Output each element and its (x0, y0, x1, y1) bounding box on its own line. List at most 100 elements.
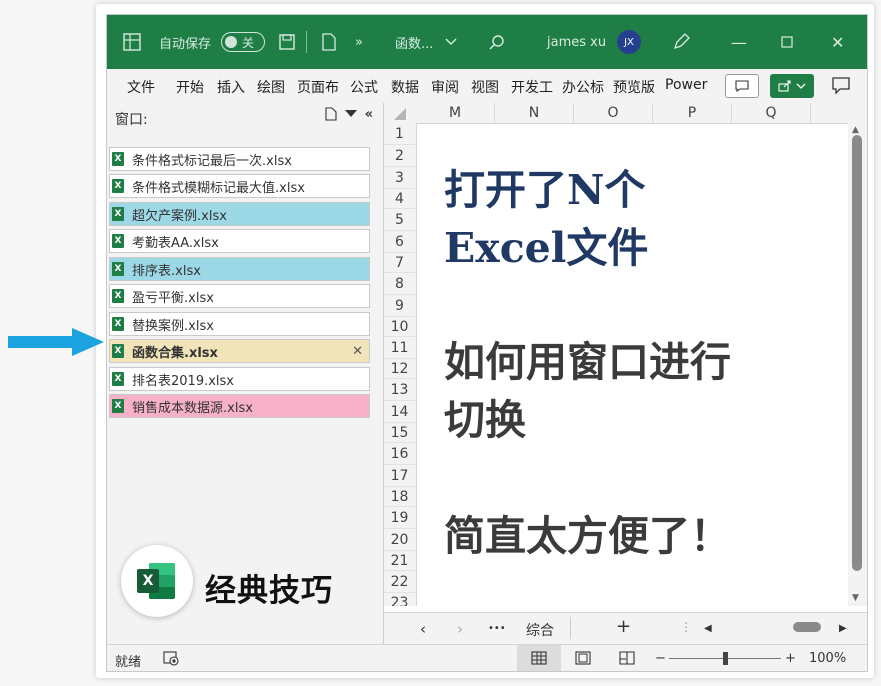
row-header[interactable]: 1 (384, 123, 415, 145)
headline-line-1: 打开了N个 (444, 166, 646, 214)
page-break-view-icon[interactable] (619, 651, 635, 669)
tab-formulas[interactable]: 公式 (350, 77, 378, 97)
hscroll-left-icon[interactable]: ◀ (704, 623, 712, 634)
feedback-icon[interactable] (831, 76, 851, 100)
tab-file[interactable]: 文件 (127, 77, 155, 97)
hscroll-thumb[interactable] (793, 622, 821, 632)
zoom-out-button[interactable]: − (655, 651, 666, 666)
more-commands-icon[interactable]: » (355, 15, 363, 69)
window-item-active[interactable]: X 函数合集.xlsx ✕ (109, 339, 370, 363)
window-item[interactable]: X 排序表.xlsx (109, 257, 370, 281)
column-header[interactable]: O (574, 103, 653, 123)
tab-developer[interactable]: 开发工 (511, 77, 553, 97)
zoom-level[interactable]: 100% (809, 651, 846, 666)
new-document-icon[interactable] (325, 107, 337, 125)
close-icon[interactable]: ✕ (352, 344, 363, 359)
scroll-up-icon[interactable]: ▲ (852, 125, 859, 135)
select-all-corner[interactable] (394, 108, 406, 120)
row-header[interactable]: 5 (384, 209, 415, 231)
window-item[interactable]: X 考勤表AA.xlsx (109, 229, 370, 253)
zoom-slider-thumb[interactable] (723, 652, 728, 665)
autosave-toggle[interactable]: 关 (221, 32, 265, 52)
file-name[interactable]: 函数... (395, 15, 433, 69)
window-item[interactable]: X 销售成本数据源.xlsx (109, 394, 370, 418)
tab-draw[interactable]: 绘图 (257, 77, 285, 97)
row-header[interactable]: 23 (384, 593, 415, 606)
window-item[interactable]: X 超欠产案例.xlsx (109, 202, 370, 226)
add-sheet-button[interactable]: + (616, 616, 631, 637)
sheet-tab-active[interactable]: 综合 (526, 620, 554, 640)
row-header[interactable]: 12 (384, 359, 415, 379)
close-icon[interactable]: ✕ (831, 15, 844, 69)
sheet-more-button[interactable]: ••• (488, 623, 506, 634)
avatar[interactable]: JX (617, 30, 641, 54)
row-header[interactable]: 15 (384, 423, 415, 443)
row-header[interactable]: 18 (384, 487, 415, 507)
pen-icon[interactable] (672, 15, 690, 69)
row-header[interactable]: 7 (384, 253, 415, 273)
sheet-prev-button[interactable]: ‹ (420, 620, 426, 638)
sheet-next-button[interactable]: › (457, 620, 463, 638)
scroll-down-icon[interactable]: ▼ (852, 593, 859, 603)
normal-view-icon[interactable] (531, 651, 547, 669)
tab-data[interactable]: 数据 (391, 77, 419, 97)
dropdown-arrow-icon[interactable] (344, 107, 357, 125)
status-bar: 就绪 − + 100% (107, 644, 867, 671)
splitter-handle[interactable]: ⋮ (680, 620, 692, 634)
column-header[interactable]: Q (732, 103, 811, 123)
row-header[interactable]: 11 (384, 337, 415, 359)
row-header[interactable]: 14 (384, 401, 415, 423)
document-icon[interactable] (321, 15, 337, 69)
tab-preview[interactable]: 预览版 (613, 77, 655, 97)
share-button[interactable] (770, 74, 814, 98)
tab-power[interactable]: Power (665, 77, 707, 93)
tab-home[interactable]: 开始 (176, 77, 204, 97)
worksheet-grid[interactable]: M N O P Q 1 2 3 4 5 6 7 8 9 10 11 12 13 14 15 16 17 18 19 2… (384, 103, 867, 644)
column-header[interactable]: N (495, 103, 574, 123)
zoom-in-button[interactable]: + (785, 651, 796, 666)
window-item[interactable]: X 替换案例.xlsx (109, 312, 370, 336)
tab-review[interactable]: 审阅 (431, 77, 459, 97)
excel-file-icon: X (112, 207, 124, 221)
row-header[interactable]: 13 (384, 379, 415, 401)
excel-file-icon: X (112, 289, 124, 303)
minimize-icon[interactable]: — (731, 15, 747, 69)
window-item[interactable]: X 条件格式模糊标记最大值.xlsx (109, 174, 370, 198)
tab-insert[interactable]: 插入 (217, 77, 245, 97)
row-header[interactable]: 16 (384, 443, 415, 465)
scrollbar-thumb[interactable] (852, 135, 862, 571)
row-header[interactable]: 6 (384, 231, 415, 253)
tab-office-tab[interactable]: 办公标 (562, 77, 604, 97)
row-header[interactable]: 22 (384, 571, 415, 593)
row-header[interactable]: 2 (384, 145, 415, 167)
comment-button[interactable] (725, 74, 759, 98)
window-item[interactable]: X 排名表2019.xlsx (109, 367, 370, 391)
row-header[interactable]: 21 (384, 551, 415, 571)
title-bar: 自动保存 关 » 函数... james xu JX — ✕ (107, 15, 867, 69)
maximize-icon[interactable] (781, 15, 793, 69)
search-icon[interactable] (489, 15, 505, 69)
window-item[interactable]: X 盈亏平衡.xlsx (109, 284, 370, 308)
question-line-1: 如何用窗口进行 (444, 338, 731, 386)
row-header[interactable]: 3 (384, 167, 415, 189)
page-layout-view-icon[interactable] (575, 651, 591, 669)
row-header[interactable]: 10 (384, 317, 415, 337)
vertical-scrollbar[interactable]: ▲ ▼ (848, 123, 867, 606)
collapse-pane-icon[interactable]: « (365, 107, 373, 125)
macro-record-icon[interactable] (163, 650, 179, 670)
hscroll-right-icon[interactable]: ▶ (839, 623, 847, 634)
window-item[interactable]: X 条件格式标记最后一次.xlsx (109, 147, 370, 171)
column-header[interactable]: M (416, 103, 495, 123)
row-header[interactable]: 17 (384, 465, 415, 487)
row-header[interactable]: 8 (384, 273, 415, 295)
chevron-down-icon[interactable] (445, 15, 457, 69)
tab-page-layout[interactable]: 页面布 (297, 77, 339, 97)
tab-view[interactable]: 视图 (471, 77, 499, 97)
row-header[interactable]: 19 (384, 507, 415, 529)
row-header[interactable]: 4 (384, 189, 415, 209)
column-header[interactable]: P (653, 103, 732, 123)
row-header[interactable]: 20 (384, 529, 415, 551)
app-grid-icon[interactable] (123, 15, 141, 69)
row-header[interactable]: 9 (384, 295, 415, 317)
save-icon[interactable] (279, 15, 295, 69)
